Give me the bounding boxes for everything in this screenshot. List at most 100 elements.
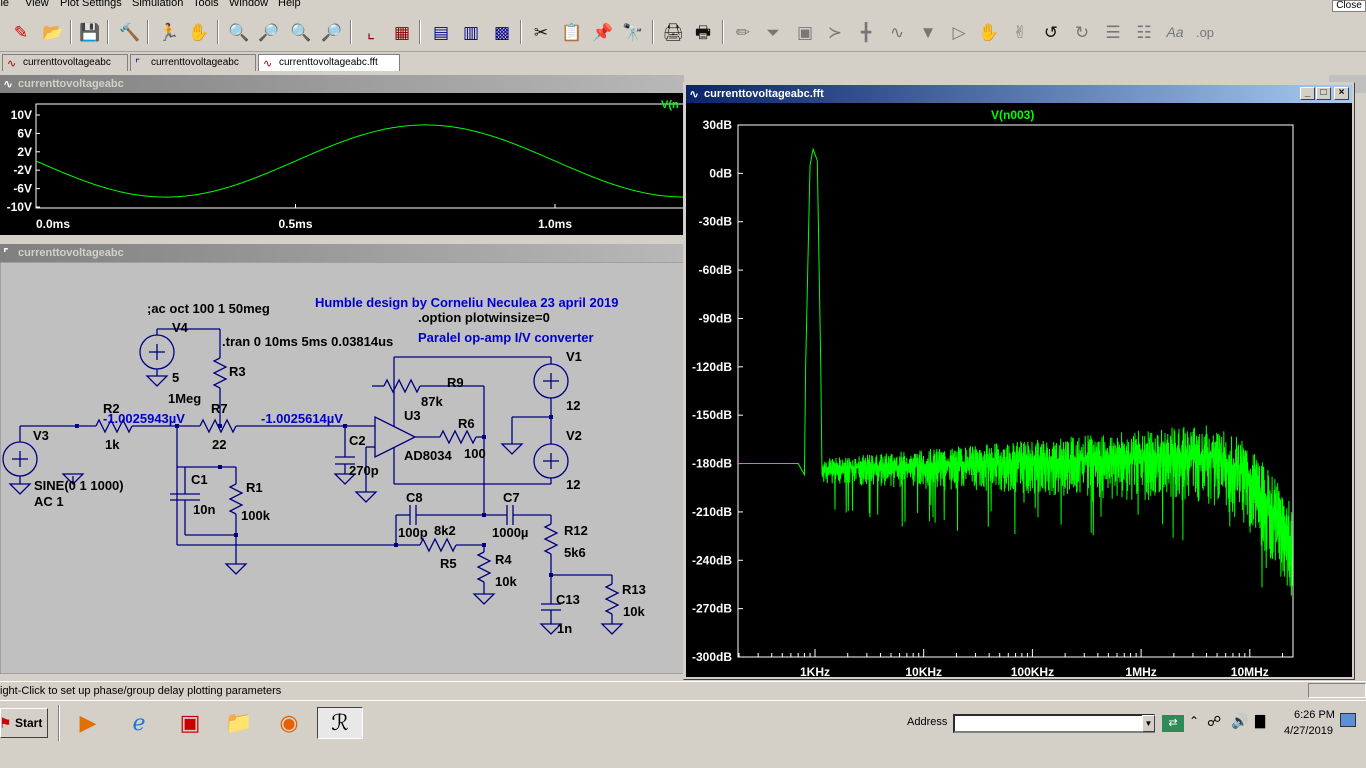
v3-value[interactable]: SINE(0 1 1000) <box>34 478 124 493</box>
cascade-icon[interactable]: ▩ <box>489 19 515 45</box>
zoom-fit-icon[interactable]: 🔎 <box>319 19 345 45</box>
open-folder-icon[interactable]: 📂 <box>40 19 66 45</box>
r3-value[interactable]: 1Meg <box>168 391 201 406</box>
zoom-pan-icon[interactable]: 🔎 <box>256 19 282 45</box>
print-setup-icon[interactable]: 🖶 <box>690 19 716 45</box>
zoom-in-icon[interactable]: 🔍 <box>226 19 252 45</box>
r1-label[interactable]: R1 <box>246 480 263 495</box>
tran-directive[interactable]: .tran 0 10ms 5ms 0.03814us <box>222 334 393 349</box>
chevron-up-icon[interactable]: ⌃ <box>1189 714 1199 728</box>
r5-label[interactable]: R5 <box>440 556 457 571</box>
show-desktop-icon[interactable] <box>1340 713 1356 727</box>
paste-icon[interactable]: 📌 <box>590 19 616 45</box>
waveform-plot[interactable]: 10V6V2V-2V-6V-10V 0.0ms0.5ms1.0ms1.5ms2.… <box>0 93 684 235</box>
menu-window[interactable]: Window <box>229 0 268 9</box>
r9-label[interactable]: R9 <box>447 375 464 390</box>
r3-label[interactable]: R3 <box>229 364 246 379</box>
waveform-window-titlebar[interactable]: ∿ currenttovoltageabc <box>0 75 684 93</box>
r12-value[interactable]: 5k6 <box>564 545 586 560</box>
c7-label[interactable]: C7 <box>503 490 520 505</box>
option-directive[interactable]: .option plotwinsize=0 <box>418 310 550 325</box>
clock-date[interactable]: 4/27/2019 <box>1284 725 1333 737</box>
internet-explorer-icon[interactable]: ℯ <box>121 707 157 739</box>
tab-fft[interactable]: ∿ currenttovoltageabc.fft <box>258 54 400 71</box>
v4-value[interactable]: 5 <box>172 370 179 385</box>
menu-simulation[interactable]: Simulation <box>132 0 183 9</box>
ac-directive[interactable]: ;ac oct 100 1 50meg <box>147 301 270 316</box>
menu-help[interactable]: Help <box>278 0 301 9</box>
c13-label[interactable]: C13 <box>556 592 580 607</box>
r13-label[interactable]: R13 <box>622 582 646 597</box>
maximize-button[interactable]: □ <box>1316 87 1331 100</box>
r9-value[interactable]: 87k <box>421 394 443 409</box>
c1-value[interactable]: 10n <box>193 502 215 517</box>
r12-label[interactable]: R12 <box>564 523 588 538</box>
zoom-extent-icon[interactable]: ▦ <box>389 19 415 45</box>
c8-label[interactable]: C8 <box>406 490 423 505</box>
zoom-out-icon[interactable]: 🔍 <box>288 19 314 45</box>
r5-value[interactable]: 8k2 <box>434 523 456 538</box>
undo-icon[interactable]: ↺ <box>1038 19 1064 45</box>
v1-value[interactable]: 12 <box>566 398 580 413</box>
folder-icon[interactable]: 📁 <box>221 707 257 739</box>
clock-time[interactable]: 6:26 PM <box>1294 709 1335 721</box>
menu-plot-settings[interactable]: Plot Settings <box>60 0 122 9</box>
r4-value[interactable]: 10k <box>495 574 517 589</box>
resistor-icon[interactable]: ≻ <box>822 19 848 45</box>
close-window-button[interactable]: × <box>1334 87 1349 100</box>
r7-label[interactable]: R7 <box>211 401 228 416</box>
find-binoculars-icon[interactable]: 🔭 <box>620 19 646 45</box>
capacitor-icon[interactable]: ╋ <box>853 19 879 45</box>
c1-label[interactable]: C1 <box>191 472 208 487</box>
print-icon[interactable]: 🖨 <box>660 19 686 45</box>
mirror-icon[interactable]: ☷ <box>1131 19 1157 45</box>
autorange-icon[interactable]: ⌞ <box>358 19 384 45</box>
run-icon[interactable]: 🏃 <box>156 19 182 45</box>
v3-label[interactable]: V3 <box>33 428 49 443</box>
u3-label[interactable]: U3 <box>404 408 421 423</box>
redo-icon[interactable]: ↻ <box>1069 19 1095 45</box>
fft-plot[interactable]: 30dB 0dB -30dB -60dB -90dB -120dB -150dB -180dB… <box>686 103 1352 677</box>
control-panel-hammer-icon[interactable]: 🔨 <box>117 19 143 45</box>
c8-value[interactable]: 100p <box>398 525 428 540</box>
copy-icon[interactable]: 📋 <box>559 19 585 45</box>
tab-schematic[interactable]: ⌜ currenttovoltageabc <box>130 54 256 71</box>
signal-icon[interactable]: ▇ <box>1255 713 1265 729</box>
c7-value[interactable]: 1000µ <box>492 525 528 540</box>
minimize-button[interactable]: _ <box>1300 87 1315 100</box>
u3-value[interactable]: AD8034 <box>404 448 452 463</box>
chevron-down-icon[interactable]: ▼ <box>1142 715 1155 732</box>
fft-trace-label[interactable]: V(n003) <box>991 108 1034 122</box>
c2-value[interactable]: 270p <box>349 463 379 478</box>
fft-window-titlebar[interactable]: ∿ currenttovoltageabc.fft _ □ × <box>686 85 1352 103</box>
c13-value[interactable]: 1n <box>557 621 572 636</box>
close-button[interactable]: Close <box>1332 0 1366 12</box>
schematic-canvas[interactable]: ;ac oct 100 1 50meg .option plotwinsize=… <box>0 262 684 674</box>
title-comment[interactable]: Paralel op-amp I/V converter <box>418 330 594 345</box>
ltspice-icon[interactable]: ℛ <box>317 707 363 739</box>
tile-vertical-icon[interactable]: ▥ <box>458 19 484 45</box>
firefox-icon[interactable]: ◉ <box>271 707 307 739</box>
r1-value[interactable]: 100k <box>241 508 271 523</box>
ground-icon[interactable]: ⏷ <box>760 19 786 45</box>
start-button[interactable]: ⚑ Start <box>0 708 48 738</box>
move-hand-icon[interactable]: ✋ <box>976 19 1002 45</box>
r7-value[interactable]: 22 <box>212 437 226 452</box>
halt-hand-icon[interactable]: ✋ <box>186 19 212 45</box>
rotate-icon[interactable]: ☰ <box>1100 19 1126 45</box>
waveform-trace-label[interactable]: V(n <box>661 99 679 111</box>
tab-waveform[interactable]: ∿ currenttovoltageabc <box>2 54 128 71</box>
v1-label[interactable]: V1 <box>566 349 582 364</box>
network-icon[interactable]: ☍ <box>1207 713 1221 730</box>
media-player-icon[interactable]: ▶ <box>70 707 106 739</box>
r13-value[interactable]: 10k <box>623 604 645 619</box>
go-arrow-icon[interactable]: ⇄ <box>1162 715 1184 732</box>
v2-label[interactable]: V2 <box>566 428 582 443</box>
probe-voltage-1[interactable]: -1.0025943µV <box>103 411 185 426</box>
tile-horizontal-icon[interactable]: ▤ <box>428 19 454 45</box>
schematic-window-titlebar[interactable]: ⌜ currenttovoltageabc <box>0 244 684 262</box>
v3-ac[interactable]: AC 1 <box>34 494 64 509</box>
cut-icon[interactable]: ✂ <box>528 19 554 45</box>
spice-directive-icon[interactable]: .op <box>1192 19 1218 45</box>
c2-label[interactable]: C2 <box>349 433 366 448</box>
